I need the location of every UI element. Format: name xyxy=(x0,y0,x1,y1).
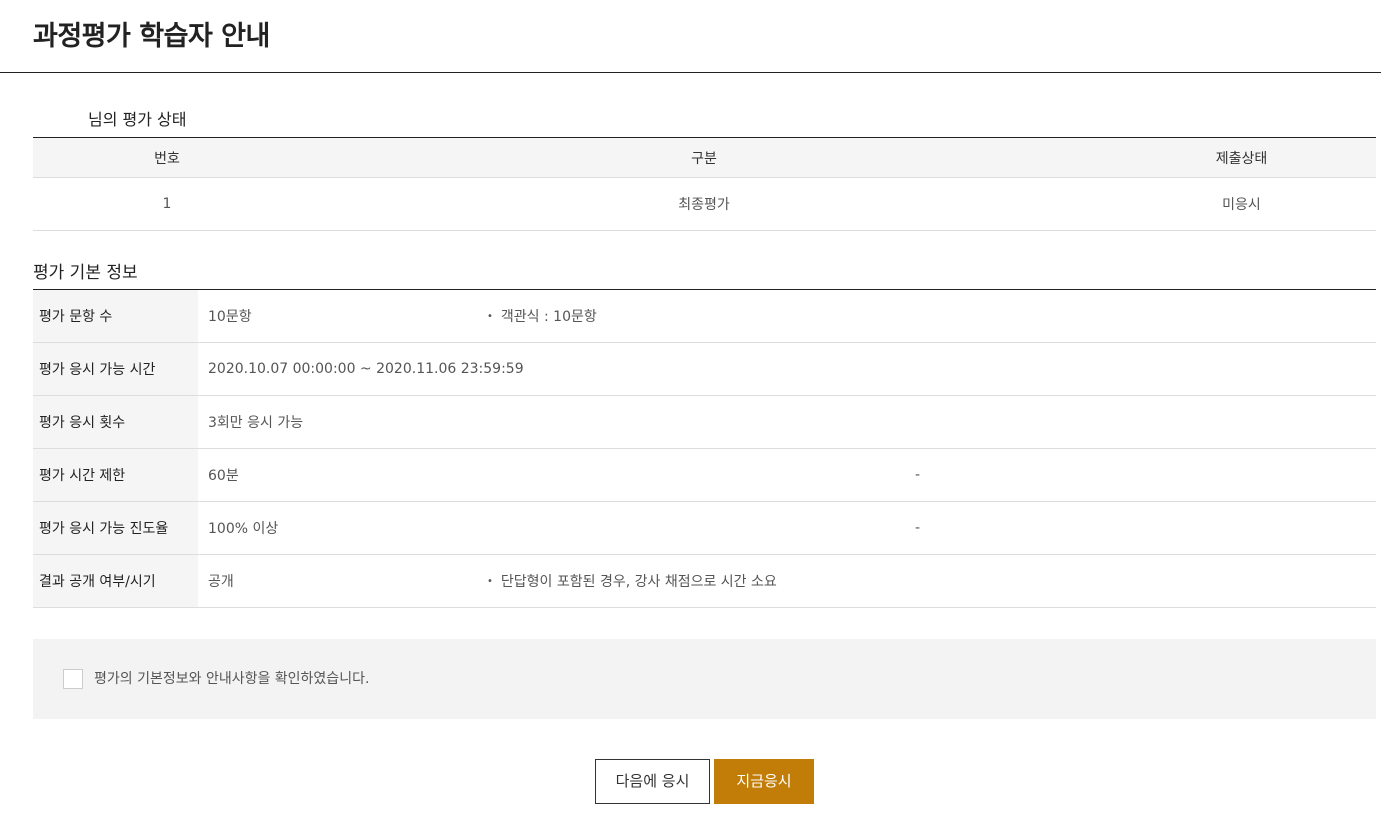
info-row-attempts: 평가 응시 횟수 3회만 응시 가능 xyxy=(33,395,1376,449)
info-row-progress: 평가 응시 가능 진도율 100% 이상 - xyxy=(33,501,1376,555)
info-value: 60분 xyxy=(198,448,478,502)
confirm-label[interactable]: 평가의 기본정보와 안내사항을 확인하였습니다. xyxy=(94,668,369,688)
info-value: 3회만 응시 가능 xyxy=(198,395,1376,449)
bullet-icon: • xyxy=(487,311,493,322)
info-value: 공개 xyxy=(198,554,478,608)
info-value: 10문항 xyxy=(198,289,478,343)
info-label: 평가 응시 가능 시간 xyxy=(33,342,198,396)
info-note: - xyxy=(478,501,1376,555)
status-header-row: 번호 구분 제출상태 xyxy=(33,137,1376,178)
info-value: 2020.10.07 00:00:00 ~ 2020.11.06 23:59:5… xyxy=(198,342,1376,396)
status-caption: 님의 평가 상태 xyxy=(88,110,187,129)
info-value: 100% 이상 xyxy=(198,501,478,555)
take-later-button[interactable]: 다음에 응시 xyxy=(595,759,710,804)
info-note-text: 단답형이 포함된 경우, 강사 채점으로 시간 소요 xyxy=(500,574,777,590)
info-label: 평가 응시 횟수 xyxy=(33,395,198,449)
confirm-box: 평가의 기본정보와 안내사항을 확인하였습니다. xyxy=(33,639,1376,719)
info-label: 평가 시간 제한 xyxy=(33,448,198,502)
info-row-available-time: 평가 응시 가능 시간 2020.10.07 00:00:00 ~ 2020.1… xyxy=(33,342,1376,396)
column-header-submit-status: 제출상태 xyxy=(1107,137,1376,178)
info-row-question-count: 평가 문항 수 10문항 • 객관식 : 10문항 xyxy=(33,289,1376,343)
info-note: - xyxy=(478,448,1376,502)
info-table: 평가 문항 수 10문항 • 객관식 : 10문항 평가 응시 가능 시간 202… xyxy=(33,289,1376,608)
info-row-time-limit: 평가 시간 제한 60분 - xyxy=(33,448,1376,502)
info-heading: 평가 기본 정보 xyxy=(33,263,138,283)
bullet-icon: • xyxy=(487,576,493,587)
info-note: • 단답형이 포함된 경우, 강사 채점으로 시간 소요 xyxy=(478,554,1376,608)
info-row-result-disclosure: 결과 공개 여부/시기 공개 • 단답형이 포함된 경우, 강사 채점으로 시간 … xyxy=(33,554,1376,608)
status-table: 번호 구분 제출상태 1 최종평가 미응시 xyxy=(33,137,1376,231)
column-header-number: 번호 xyxy=(33,137,301,178)
page-title: 과정평가 학습자 안내 xyxy=(33,21,270,52)
cell-type: 최종평가 xyxy=(301,177,1107,231)
column-header-type: 구분 xyxy=(301,137,1107,178)
page-header: 과정평가 학습자 안내 xyxy=(0,0,1381,73)
take-now-button[interactable]: 지금응시 xyxy=(714,759,814,804)
info-label: 결과 공개 여부/시기 xyxy=(33,554,198,608)
cell-submit-status: 미응시 xyxy=(1107,177,1376,231)
cell-number: 1 xyxy=(33,177,301,231)
table-row: 1 최종평가 미응시 xyxy=(33,177,1376,231)
info-label: 평가 문항 수 xyxy=(33,289,198,343)
info-label: 평가 응시 가능 진도율 xyxy=(33,501,198,555)
info-note: • 객관식 : 10문항 xyxy=(478,289,1376,343)
confirm-checkbox[interactable] xyxy=(63,669,83,689)
info-note-text: 객관식 : 10문항 xyxy=(500,309,597,325)
